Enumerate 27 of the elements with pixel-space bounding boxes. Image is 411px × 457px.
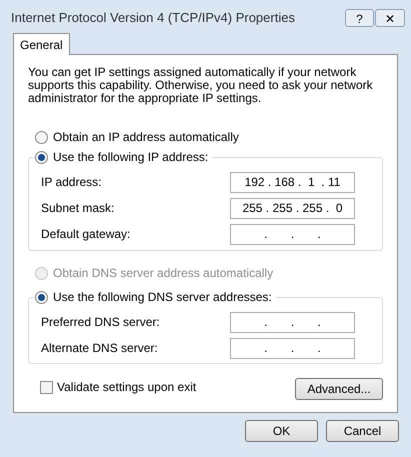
checkbox-label: Validate settings upon exit (57, 379, 196, 396)
radio-button[interactable] (35, 130, 48, 144)
radio-option[interactable]: Use the following IP address: (35, 148, 212, 166)
checkbox[interactable] (40, 380, 53, 394)
field-label: Preferred DNS server: (41, 314, 161, 331)
radio-label: Obtain an IP address automatically (53, 129, 239, 146)
dialog-button[interactable]: Cancel (326, 420, 399, 442)
radio-label: Obtain DNS server address automatically (53, 265, 274, 282)
dialog-button[interactable]: OK (245, 420, 318, 442)
ip-address-field[interactable]: . . . (230, 338, 355, 358)
field-label: Default gateway: (41, 226, 132, 243)
tab[interactable]: General (13, 33, 70, 55)
field-label: Subnet mask: (41, 200, 116, 217)
radio-button[interactable] (35, 290, 48, 304)
ip-address-field[interactable]: . . . (230, 224, 355, 244)
close-button[interactable]: ✕ (375, 8, 405, 26)
ip-address-field[interactable]: 255 . 255 . 255 . 0 (230, 198, 355, 218)
ip-address-field[interactable]: . . . (230, 312, 355, 332)
field-label: IP address: (41, 174, 102, 191)
radio-button[interactable] (35, 150, 48, 164)
window-title: Internet Protocol Version 4 (TCP/IPv4) Properties (10, 8, 296, 27)
advanced-button[interactable]: Advanced... (295, 378, 383, 400)
ip-address-field[interactable]: 192 . 168 . 1 . 11 (230, 172, 355, 192)
radio-label: Use the following IP address: (53, 149, 208, 166)
help-button[interactable]: ? (345, 8, 374, 26)
field-label: Alternate DNS server: (41, 340, 159, 357)
description-text: You can get IP settings assigned automatically if your network supports this capability. Otherwise, you need to ask your network administrator for the appropriate IP settings. (28, 66, 374, 105)
